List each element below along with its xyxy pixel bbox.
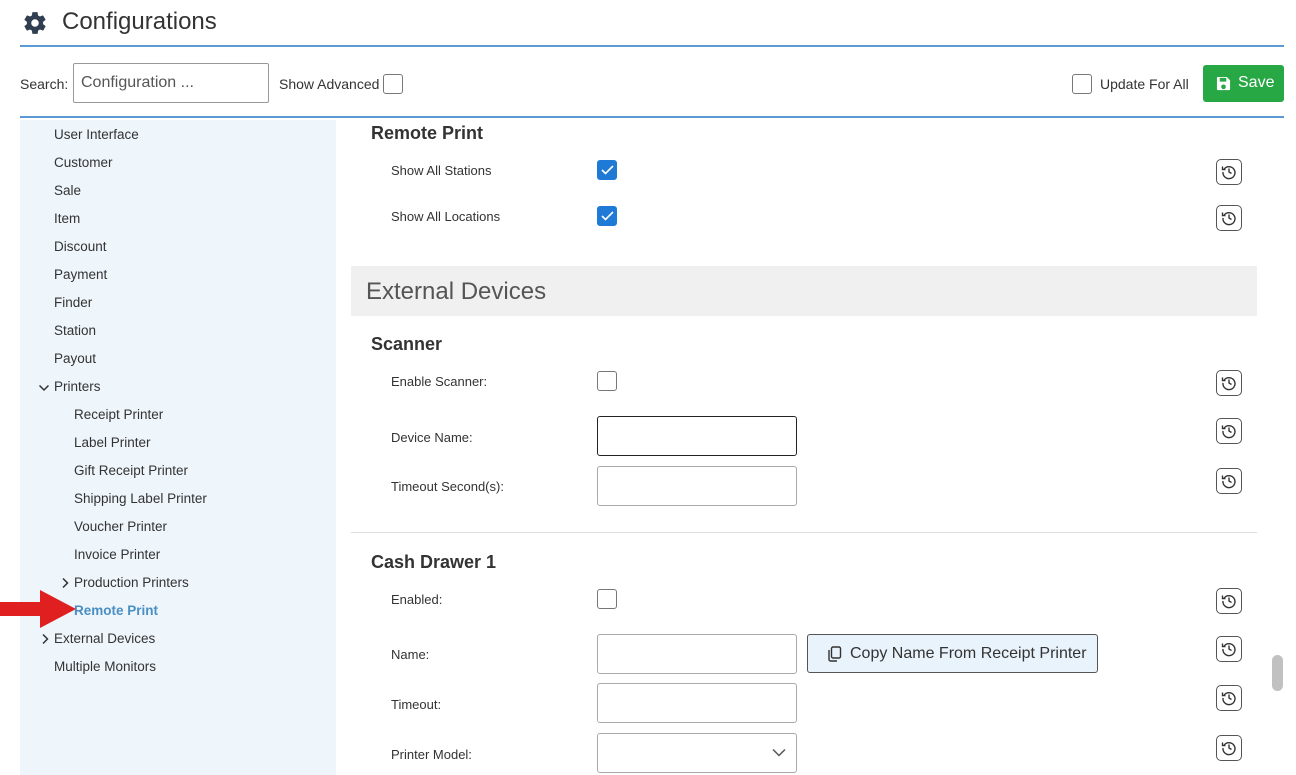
sidebar-item-gift-receipt-printer[interactable]: Gift Receipt Printer [74,463,188,478]
page-header: Configurations [20,6,1284,47]
history-icon [1221,741,1236,756]
printer-model-label: Printer Model: [391,747,472,762]
sidebar-item-user-interface[interactable]: User Interface [54,127,139,142]
sidebar-item-shipping-label-printer[interactable]: Shipping Label Printer [74,491,207,506]
checkmark-icon [601,211,614,221]
sidebar-item-customer[interactable]: Customer [54,155,113,170]
sidebar-item-finder[interactable]: Finder [54,295,92,310]
copy-name-button[interactable]: Copy Name From Receipt Printer [807,634,1098,673]
sidebar-item-invoice-printer[interactable]: Invoice Printer [74,547,160,562]
show-advanced-label: Show Advanced [279,76,380,92]
reset-history-button[interactable] [1216,735,1242,761]
reset-history-button[interactable] [1216,205,1242,231]
history-icon [1221,691,1236,706]
sidebar-item-label-printer[interactable]: Label Printer [74,435,151,450]
timeout-seconds-input[interactable] [597,466,797,506]
history-icon [1221,211,1236,226]
sidebar-item-remote-print[interactable]: Remote Print [74,603,158,618]
show-all-locations-checkbox[interactable] [597,206,617,226]
copy-name-button-label: Copy Name From Receipt Printer [850,645,1087,662]
update-for-all-checkbox[interactable] [1072,74,1092,94]
section-title-scanner: Scanner [371,334,443,354]
scrollbar-thumb[interactable] [1272,655,1283,691]
toolbar: Search: Show Advanced Update For All Sav… [20,58,1284,118]
gear-icon [24,12,46,34]
arrow-annotation-icon [0,590,76,628]
enable-scanner-checkbox[interactable] [597,371,617,391]
update-for-all-label: Update For All [1100,76,1189,92]
printer-model-select[interactable] [597,733,797,773]
show-advanced-checkbox[interactable] [383,74,403,94]
sidebar-item-payment[interactable]: Payment [54,267,107,282]
reset-history-button[interactable] [1216,685,1242,711]
section-title-cash-drawer: Cash Drawer 1 [371,552,497,572]
page-title: Configurations [62,8,217,35]
sidebar-item-voucher-printer[interactable]: Voucher Printer [74,519,167,534]
reset-history-button[interactable] [1216,159,1242,185]
history-icon [1221,642,1236,657]
sidebar-item-item[interactable]: Item [54,211,80,226]
show-all-locations-label: Show All Locations [391,209,501,224]
enabled-label: Enabled: [391,592,443,607]
history-icon [1221,165,1236,180]
chevron-down-icon[interactable] [38,382,50,394]
show-all-stations-checkbox[interactable] [597,160,617,180]
sidebar-item-receipt-printer[interactable]: Receipt Printer [74,407,163,422]
reset-history-button[interactable] [1216,468,1242,494]
sidebar-item-printers[interactable]: Printers [54,379,101,394]
sidebar-item-station[interactable]: Station [54,323,96,338]
sidebar-nav: User Interface Customer Sale Item Discou… [20,120,336,775]
history-icon [1221,376,1236,391]
reset-history-button[interactable] [1216,370,1242,396]
history-icon [1221,594,1236,609]
save-button-label: Save [1238,74,1275,91]
chevron-down-icon [772,748,786,757]
chevron-right-icon[interactable] [59,577,71,589]
floppy-disk-icon [1216,76,1231,91]
timeout-seconds-label: Timeout Second(s): [391,479,504,494]
reset-history-button[interactable] [1216,418,1242,444]
sidebar-item-production-printers[interactable]: Production Printers [74,575,189,590]
cash-drawer-timeout-input[interactable] [597,683,797,723]
search-input[interactable] [73,63,269,103]
enable-scanner-label: Enable Scanner: [391,374,488,389]
cash-drawer-enabled-checkbox[interactable] [597,589,617,609]
sidebar-item-multiple-monitors[interactable]: Multiple Monitors [54,659,156,674]
reset-history-button[interactable] [1216,588,1242,614]
name-label: Name: [391,647,430,662]
copy-icon [828,646,842,662]
config-content: Remote Print Show All Stations Show All … [336,120,1266,775]
history-icon [1221,424,1236,439]
history-icon [1221,474,1236,489]
timeout-label: Timeout: [391,697,442,712]
sidebar-item-discount[interactable]: Discount [54,239,107,254]
checkmark-icon [601,165,614,175]
group-header-external-devices: External Devices [351,266,1257,316]
chevron-right-icon[interactable] [39,633,51,645]
section-title-remote-print: Remote Print [371,123,484,143]
sidebar-item-sale[interactable]: Sale [54,183,81,198]
cash-drawer-name-input[interactable] [597,634,797,674]
device-name-label: Device Name: [391,430,473,445]
sidebar-item-external-devices[interactable]: External Devices [54,631,155,646]
sidebar-item-payout[interactable]: Payout [54,351,96,366]
group-title: External Devices [366,278,547,305]
show-all-stations-label: Show All Stations [391,163,492,178]
section-divider [351,532,1257,533]
search-label: Search: [20,76,69,92]
save-button[interactable]: Save [1203,65,1284,102]
device-name-input[interactable] [597,416,797,456]
reset-history-button[interactable] [1216,636,1242,662]
